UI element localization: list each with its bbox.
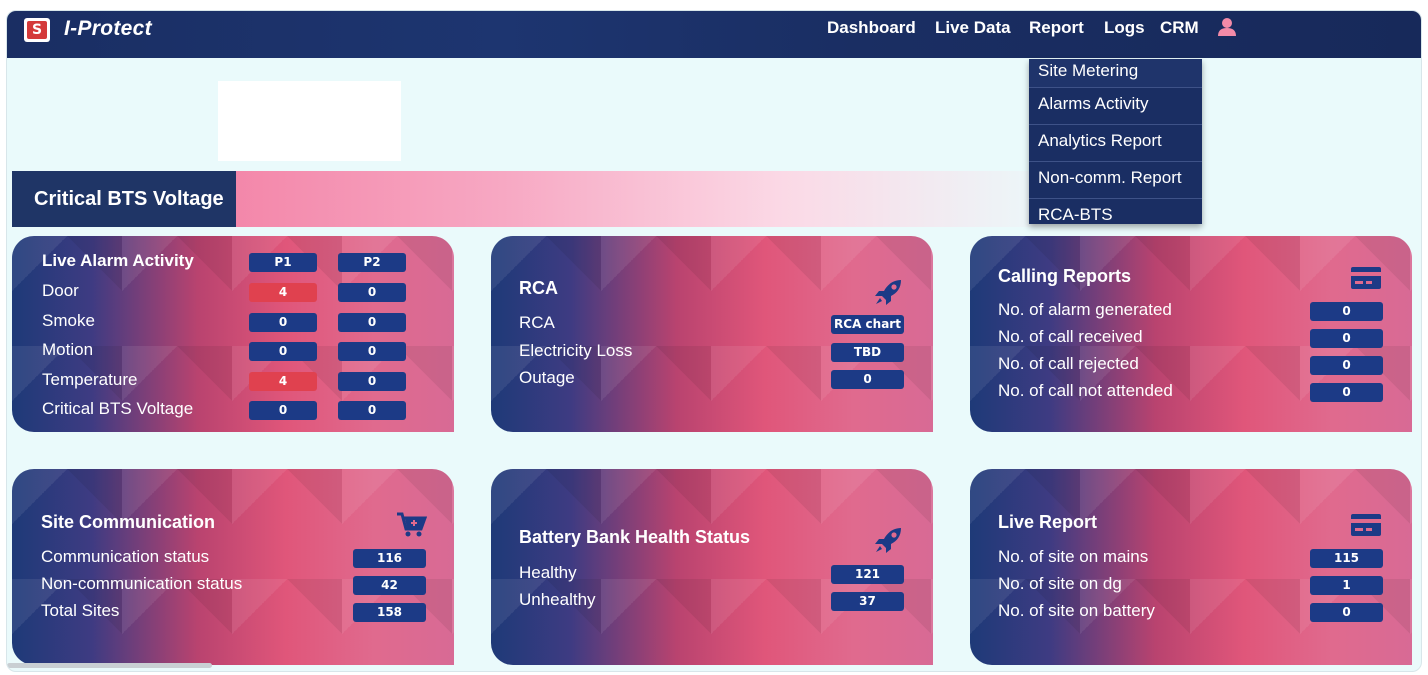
card-title: Battery Bank Health Status — [519, 527, 751, 547]
nav-logs[interactable]: Logs — [1104, 18, 1145, 38]
card-rca: RCA RCA RCA chart Electricity Loss TBD O… — [491, 236, 933, 432]
card-title: Live Alarm Activity — [42, 251, 194, 270]
site-on-battery-value[interactable]: 0 — [1310, 603, 1383, 622]
blank-panel — [218, 81, 401, 161]
motion-p1-value[interactable]: 0 — [249, 342, 317, 361]
total-sites-value[interactable]: 158 — [353, 603, 426, 622]
healthy-value[interactable]: 121 — [831, 565, 904, 584]
site-on-dg-value[interactable]: 1 — [1310, 576, 1383, 595]
row-label: No. of call rejected — [998, 354, 1139, 373]
row-label: Critical BTS Voltage — [42, 399, 194, 418]
row-label: No. of site on battery — [998, 601, 1155, 620]
user-icon[interactable] — [1217, 17, 1237, 37]
card-title: Site Communication — [41, 512, 216, 532]
rocket-icon — [875, 280, 901, 305]
door-p1-value[interactable]: 4 — [249, 283, 317, 302]
card-icon — [1351, 514, 1381, 536]
row-label: Outage — [519, 368, 575, 387]
row-label: Electricity Loss — [519, 341, 633, 360]
smoke-p2-value[interactable]: 0 — [338, 313, 406, 332]
brand-title[interactable]: I-Protect — [64, 17, 152, 41]
card-icon — [1351, 267, 1381, 289]
row-label: Smoke — [42, 311, 95, 330]
card-site-communication: Site Communication Communication status … — [12, 469, 454, 665]
temperature-p2-value[interactable]: 0 — [338, 372, 406, 391]
menu-item-non-comm-report[interactable]: Non-comm. Report — [1029, 162, 1202, 199]
card-title: Live Report — [998, 512, 1098, 532]
row-label: No. of call received — [998, 327, 1143, 346]
nav-report[interactable]: Report — [1029, 18, 1084, 38]
logo-letter: S — [27, 21, 47, 39]
nav-live-data[interactable]: Live Data — [935, 18, 1011, 38]
row-label: Unhealthy — [519, 590, 596, 609]
nav-crm[interactable]: CRM — [1160, 18, 1199, 38]
card-title: Calling Reports — [998, 266, 1132, 286]
bts-voltage-p1-value[interactable]: 0 — [249, 401, 317, 420]
cart-icon — [397, 512, 427, 537]
card-live-alarm: Live Alarm Activity P1 P2 Door 4 0 Smoke… — [12, 236, 454, 432]
smoke-p1-value[interactable]: 0 — [249, 313, 317, 332]
row-label: Temperature — [42, 370, 138, 389]
nav-dashboard[interactable]: Dashboard — [827, 18, 916, 38]
p2-header: P2 — [338, 253, 406, 272]
row-label: No. of site on mains — [998, 547, 1149, 566]
rocket-icon — [875, 528, 901, 553]
row-label: RCA — [519, 313, 555, 332]
row-label: Healthy — [519, 563, 577, 582]
card-live-report: Live Report No. of site on mains 115 No.… — [970, 469, 1412, 665]
menu-item-alarms-activity[interactable]: Alarms Activity — [1029, 88, 1202, 125]
menu-item-analytics-report[interactable]: Analytics Report — [1029, 125, 1202, 162]
card-calling-reports: Calling Reports No. of alarm generated 0… — [970, 236, 1412, 432]
app-window: S I-Protect Dashboard Live Data Report L… — [6, 10, 1422, 672]
motion-p2-value[interactable]: 0 — [338, 342, 406, 361]
bts-voltage-p2-value[interactable]: 0 — [338, 401, 406, 420]
card-battery-health: Battery Bank Health Status Healthy 121 U… — [491, 469, 933, 665]
call-received-value[interactable]: 0 — [1310, 329, 1383, 348]
non-communication-status-value[interactable]: 42 — [353, 576, 426, 595]
row-label: Communication status — [41, 547, 210, 566]
rca-chart-button[interactable]: RCA chart — [831, 315, 904, 334]
logo[interactable]: S — [24, 18, 50, 42]
menu-item-rca-bts[interactable]: RCA-BTS — [1029, 199, 1202, 236]
row-label: No. of site on dg — [998, 574, 1122, 593]
communication-status-value[interactable]: 116 — [353, 549, 426, 568]
section-title: Critical BTS Voltage — [12, 171, 236, 227]
p1-header: P1 — [249, 253, 317, 272]
outage-value[interactable]: 0 — [831, 370, 904, 389]
row-label: Motion — [42, 340, 94, 359]
unhealthy-value[interactable]: 37 — [831, 592, 904, 611]
alarm-generated-value[interactable]: 0 — [1310, 302, 1383, 321]
row-label: No. of call not attended — [998, 381, 1173, 400]
top-navbar: S I-Protect Dashboard Live Data Report L… — [7, 11, 1421, 58]
menu-item-site-metering[interactable]: Site Metering — [1029, 59, 1202, 88]
row-label: Non-communication status — [41, 574, 243, 593]
row-label: Door — [42, 281, 79, 300]
row-label: No. of alarm generated — [998, 300, 1172, 319]
electricity-loss-value[interactable]: TBD — [831, 343, 904, 362]
card-title: RCA — [519, 278, 558, 298]
call-rejected-value[interactable]: 0 — [1310, 356, 1383, 375]
row-label: Total Sites — [41, 601, 120, 620]
report-dropdown-menu: Site Metering Alarms Activity Analytics … — [1029, 59, 1202, 224]
door-p2-value[interactable]: 0 — [338, 283, 406, 302]
site-on-mains-value[interactable]: 115 — [1310, 549, 1383, 568]
horizontal-scrollbar[interactable] — [7, 663, 212, 668]
temperature-p1-value[interactable]: 4 — [249, 372, 317, 391]
call-not-attended-value[interactable]: 0 — [1310, 383, 1383, 402]
